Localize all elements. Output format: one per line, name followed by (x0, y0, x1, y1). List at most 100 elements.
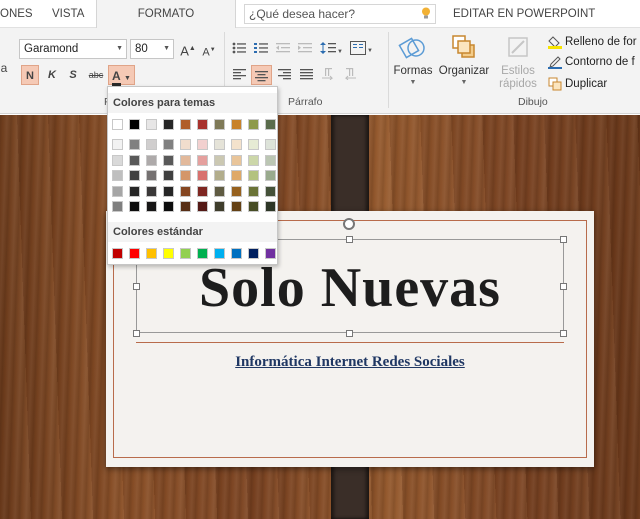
color-swatch-shade[interactable] (231, 170, 242, 181)
color-swatch-shade[interactable] (146, 139, 157, 150)
color-swatch[interactable] (129, 119, 140, 130)
rtl-direction-icon[interactable] (343, 68, 356, 80)
color-swatch-shade[interactable] (265, 154, 276, 166)
color-swatch-shade[interactable] (231, 185, 242, 197)
color-swatch-shade[interactable] (146, 170, 157, 181)
standard-color-swatch[interactable] (265, 248, 276, 259)
arrange-button[interactable]: Organizar ▼ (436, 32, 492, 86)
font-color-button[interactable]: A ▼ (108, 65, 135, 86)
resize-handle[interactable] (133, 330, 140, 337)
color-swatch-shade[interactable] (197, 170, 208, 181)
color-swatch-shade[interactable] (112, 139, 123, 150)
standard-color-swatch[interactable] (129, 248, 140, 259)
color-swatch-shade[interactable] (180, 201, 191, 212)
color-swatch-shade[interactable] (112, 170, 123, 181)
standard-color-swatch[interactable] (231, 248, 242, 259)
slide-title[interactable]: Solo Nuevas (136, 256, 564, 320)
standard-color-swatch[interactable] (146, 248, 157, 259)
color-swatch-shade[interactable] (112, 185, 123, 197)
columns-icon[interactable]: ▼ (350, 41, 374, 55)
color-swatch[interactable] (180, 119, 191, 130)
color-swatch-shade[interactable] (129, 154, 140, 166)
standard-color-swatch[interactable] (214, 248, 225, 259)
color-swatch-shade[interactable] (248, 154, 259, 166)
color-swatch[interactable] (146, 119, 157, 130)
resize-handle[interactable] (346, 236, 353, 243)
color-swatch-shade[interactable] (231, 154, 242, 166)
color-swatch-shade[interactable] (214, 201, 225, 212)
resize-handle[interactable] (346, 330, 353, 337)
resize-handle[interactable] (560, 236, 567, 243)
color-swatch-shade[interactable] (146, 185, 157, 197)
color-swatch-shade[interactable] (214, 139, 225, 150)
color-swatch-shade[interactable] (112, 154, 123, 166)
color-swatch-shade[interactable] (265, 139, 276, 150)
color-swatch-shade[interactable] (214, 154, 225, 166)
color-swatch[interactable] (248, 119, 259, 130)
tab-formato[interactable]: FORMATO (96, 0, 236, 29)
color-swatch-shade[interactable] (265, 185, 276, 197)
italic-button[interactable]: K (44, 65, 60, 85)
justify-icon[interactable] (300, 69, 313, 80)
tell-me-search-box[interactable]: ¿Qué desea hacer? (244, 4, 436, 24)
line-spacing-icon[interactable]: ▼ (320, 41, 342, 55)
font-name-combo[interactable]: Garamond ▼ (19, 39, 127, 59)
color-swatch-shade[interactable] (248, 139, 259, 150)
color-swatch-shade[interactable] (163, 154, 174, 166)
color-swatch[interactable] (197, 119, 208, 130)
color-swatch-shade[interactable] (197, 201, 208, 212)
duplicate-button[interactable]: Duplicar (548, 74, 607, 94)
color-swatch-shade[interactable] (129, 139, 140, 150)
decrease-indent-icon[interactable] (276, 42, 290, 54)
color-swatch-shade[interactable] (180, 185, 191, 197)
standard-color-swatch[interactable] (163, 248, 174, 259)
underline-button[interactable]: S (65, 65, 81, 85)
color-swatch-shade[interactable] (112, 201, 123, 212)
standard-color-swatch[interactable] (180, 248, 191, 259)
ltr-direction-icon[interactable] (322, 68, 335, 80)
color-swatch[interactable] (214, 119, 225, 130)
standard-color-swatch[interactable] (112, 248, 123, 259)
color-swatch[interactable] (163, 119, 174, 130)
color-swatch-shade[interactable] (197, 139, 208, 150)
color-swatch-shade[interactable] (146, 201, 157, 212)
color-swatch-shade[interactable] (180, 139, 191, 150)
color-swatch[interactable] (231, 119, 242, 130)
align-left-icon[interactable] (233, 69, 246, 80)
bullets-icon[interactable] (232, 42, 246, 54)
tab-vista[interactable]: VISTA (52, 0, 84, 28)
color-swatch-shade[interactable] (231, 139, 242, 150)
partial-left-control[interactable]: a (0, 58, 8, 78)
shrink-font-button[interactable]: A▼ (202, 40, 216, 60)
numbering-icon[interactable] (254, 42, 268, 54)
color-swatch-shade[interactable] (129, 201, 140, 212)
color-swatch[interactable] (265, 119, 276, 130)
color-swatch-shade[interactable] (163, 170, 174, 181)
tab-partial-left[interactable]: ONES (0, 0, 33, 28)
standard-color-swatch[interactable] (248, 248, 259, 259)
color-swatch-shade[interactable] (163, 185, 174, 197)
color-swatch-shade[interactable] (214, 170, 225, 181)
color-swatch-shade[interactable] (248, 185, 259, 197)
increase-indent-icon[interactable] (298, 42, 312, 54)
color-swatch-shade[interactable] (163, 201, 174, 212)
color-swatch-shade[interactable] (129, 185, 140, 197)
color-swatch-shade[interactable] (214, 185, 225, 197)
color-swatch-shade[interactable] (146, 154, 157, 166)
color-swatch-shade[interactable] (248, 170, 259, 181)
grow-font-button[interactable]: A▲ (180, 39, 196, 59)
bold-button[interactable]: N (21, 65, 39, 85)
standard-color-swatch[interactable] (197, 248, 208, 259)
color-swatch-shade[interactable] (265, 170, 276, 181)
rotate-handle-icon[interactable] (343, 218, 355, 230)
color-swatch-shade[interactable] (180, 154, 191, 166)
color-swatch-shade[interactable] (129, 170, 140, 181)
color-swatch-shade[interactable] (231, 201, 242, 212)
color-swatch-shade[interactable] (197, 185, 208, 197)
shape-outline-button[interactable]: Contorno de f (548, 52, 635, 72)
color-swatch-shade[interactable] (197, 154, 208, 166)
tab-editar-en-powerpoint[interactable]: EDITAR EN POWERPOINT (453, 0, 595, 28)
shapes-button[interactable]: Formas ▼ (392, 32, 434, 86)
font-size-combo[interactable]: 80 ▼ (130, 39, 174, 59)
color-swatch-shade[interactable] (180, 170, 191, 181)
